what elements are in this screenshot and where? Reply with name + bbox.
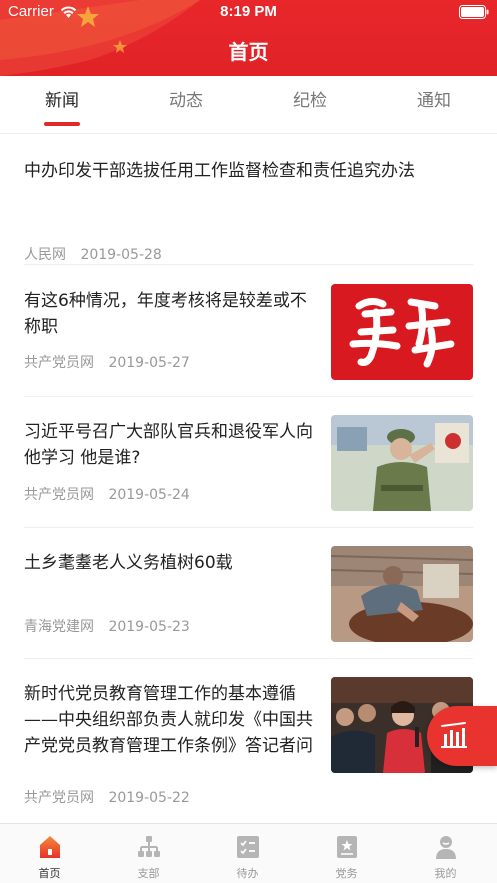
- news-item[interactable]: 土乡耄耋老人义务植树60载 青海党建网 2019-05-23: [24, 546, 473, 642]
- news-source: 青海党建网: [24, 619, 94, 635]
- nav-label: 待办: [236, 867, 259, 880]
- tab-dynamics[interactable]: 动态: [136, 76, 236, 134]
- tab-label: 通知: [417, 91, 451, 111]
- nav-mine[interactable]: 我的: [396, 824, 495, 883]
- news-thumbnail: [331, 415, 473, 511]
- news-meta: 青海党建网 2019-05-23: [24, 616, 190, 636]
- news-item[interactable]: 有这6种情况，年度考核将是较差或不称职 共产党员网 2019-05-27: [24, 284, 473, 380]
- tab-news[interactable]: 新闻: [12, 76, 112, 134]
- party-book-icon: [337, 836, 357, 858]
- tab-label: 新闻: [45, 91, 79, 111]
- nav-label: 我的: [434, 867, 457, 880]
- tab-active-indicator: [44, 122, 80, 126]
- nav-todo[interactable]: 待办: [198, 824, 297, 883]
- nav-label: 党务: [335, 867, 358, 880]
- profile-icon: [436, 836, 456, 859]
- header-bar: Carrier 8:19 PM 首页: [0, 0, 497, 76]
- news-meta: 人民网 2019-05-28: [24, 244, 162, 264]
- news-thumbnail: [331, 546, 473, 642]
- news-source: 人民网: [24, 247, 66, 263]
- nav-label: 支部: [137, 867, 160, 880]
- tab-label: 动态: [169, 91, 203, 111]
- nav-branch[interactable]: 支部: [99, 824, 198, 883]
- news-item[interactable]: 新时代党员教育管理工作的基本遵循 ——中央组织部负责人就印发《中国共产党党员教育…: [24, 677, 473, 812]
- tab-label: 纪检: [293, 91, 327, 111]
- chart-bars-icon: [441, 722, 467, 748]
- news-title: 中办印发干部选拔任用工作监督检查和责任追究办法: [24, 161, 415, 181]
- status-bar: Carrier 8:19 PM: [0, 0, 497, 24]
- news-meta: 共产党员网 2019-05-27: [24, 352, 190, 372]
- org-chart-icon: [138, 836, 160, 857]
- tab-notice[interactable]: 通知: [384, 76, 484, 134]
- divider: [24, 658, 473, 659]
- battery-icon: [459, 5, 489, 19]
- bottom-tab-bar: 首页 支部 待办 党务 我的: [0, 823, 497, 883]
- news-date: 2019-05-22: [108, 790, 190, 806]
- news-date: 2019-05-27: [108, 355, 190, 371]
- news-thumbnail: [331, 284, 473, 380]
- news-title: 有这6种情况，年度考核将是较差或不称职: [24, 291, 307, 337]
- news-title: 习近平号召广大部队官兵和退役军人向他学习 他是谁?: [24, 422, 313, 468]
- divider: [24, 396, 473, 397]
- status-time: 8:19 PM: [220, 3, 277, 20]
- floating-stats-button[interactable]: [427, 706, 497, 766]
- page-title: 首页: [228, 40, 269, 64]
- news-source: 共产党员网: [24, 790, 94, 806]
- tab-discipline[interactable]: 纪检: [260, 76, 360, 134]
- news-title: 土乡耄耋老人义务植树60载: [24, 553, 233, 573]
- category-tabs: 新闻 动态 纪检 通知: [0, 76, 497, 134]
- news-item[interactable]: 习近平号召广大部队官兵和退役军人向他学习 他是谁? 共产党员网 2019-05-…: [24, 415, 473, 511]
- divider: [24, 527, 473, 528]
- nav-home[interactable]: 首页: [0, 824, 99, 883]
- nav-party-affairs[interactable]: 党务: [297, 824, 396, 883]
- news-date: 2019-05-28: [80, 247, 162, 263]
- news-source: 共产党员网: [24, 487, 94, 503]
- news-item[interactable]: 中办印发干部选拔任用工作监督检查和责任追究办法 人民网 2019-05-28: [24, 158, 473, 266]
- news-source: 共产党员网: [24, 355, 94, 371]
- news-meta: 共产党员网 2019-05-24: [24, 484, 190, 504]
- news-title: 新时代党员教育管理工作的基本遵循 ——中央组织部负责人就印发《中国共产党党员教育…: [24, 684, 313, 756]
- news-date: 2019-05-23: [108, 619, 190, 635]
- home-icon: [40, 836, 60, 858]
- divider: [24, 264, 473, 265]
- news-meta: 共产党员网 2019-05-22: [24, 787, 190, 807]
- news-date: 2019-05-24: [108, 487, 190, 503]
- nav-label: 首页: [38, 867, 61, 880]
- todo-list-icon: [237, 836, 259, 858]
